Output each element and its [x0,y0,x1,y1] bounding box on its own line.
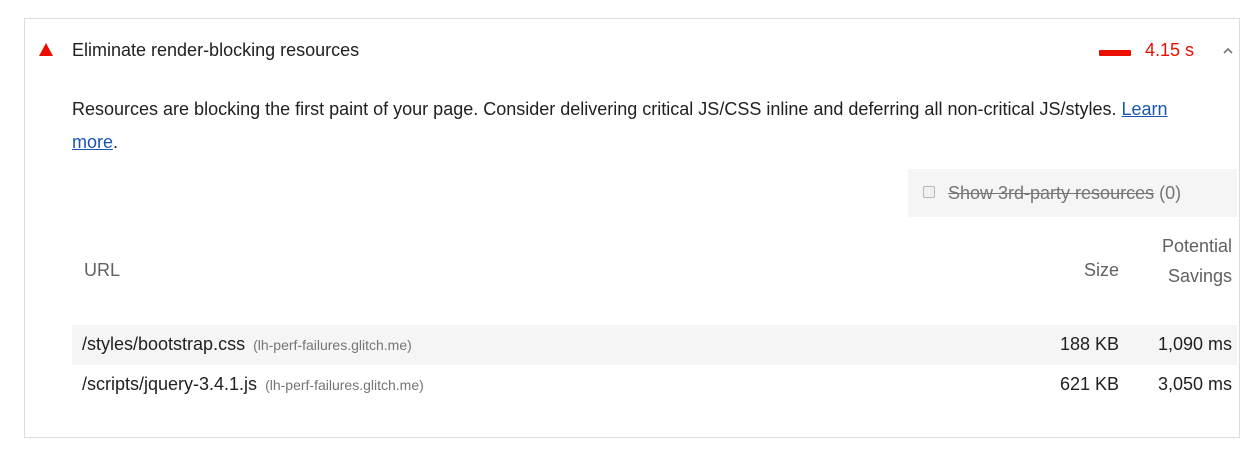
resource-host: (lh-perf-failures.glitch.me) [265,377,424,393]
column-header-url: URL [84,260,121,280]
resource-savings: 1,090 ms [1157,334,1232,354]
chevron-up-icon[interactable] [1222,41,1234,61]
audit-description: Resources are blocking the first paint o… [72,93,1212,159]
description-text: Resources are blocking the first paint o… [72,99,1122,119]
third-party-count: (0) [1159,183,1182,203]
fail-triangle-icon [39,43,53,56]
resource-url-cell[interactable]: /scripts/jquery-3.4.1.js (lh-perf-failure… [82,374,424,395]
resource-savings: 3,050 ms [1157,374,1232,394]
audit-render-blocking-resources: Eliminate render-blocking resources 4.15… [24,18,1240,438]
resource-size: 188 KB [1059,334,1119,354]
third-party-filter[interactable]: Show 3rd-party resources (0) [908,169,1237,217]
resource-host: (lh-perf-failures.glitch.me) [253,337,412,353]
audit-title: Eliminate render-blocking resources [72,40,360,60]
column-header-savings: Potential Savings [1161,236,1232,286]
resource-url-cell[interactable]: /styles/bootstrap.css (lh-perf-failures.g… [82,334,412,355]
third-party-checkbox[interactable] [923,186,935,198]
resource-url: /styles/bootstrap.css [82,334,246,354]
description-end: . [113,132,119,152]
savings-value: 4.15 s [1145,40,1195,60]
savings-bar [1099,50,1131,56]
third-party-label-text: Show 3rd-party resources [948,183,1155,203]
third-party-label[interactable]: Show 3rd-party resources (0) [948,183,1181,204]
audit-header[interactable]: Eliminate render-blocking resources 4.15… [25,19,1239,83]
table-row: /styles/bootstrap.css (lh-perf-failures.g… [72,325,1237,365]
resource-size: 621 KB [1059,374,1119,394]
resource-url: /scripts/jquery-3.4.1.js [82,374,258,394]
column-header-size: Size [1083,260,1119,280]
table-row: /scripts/jquery-3.4.1.js (lh-perf-failure… [72,365,1237,405]
